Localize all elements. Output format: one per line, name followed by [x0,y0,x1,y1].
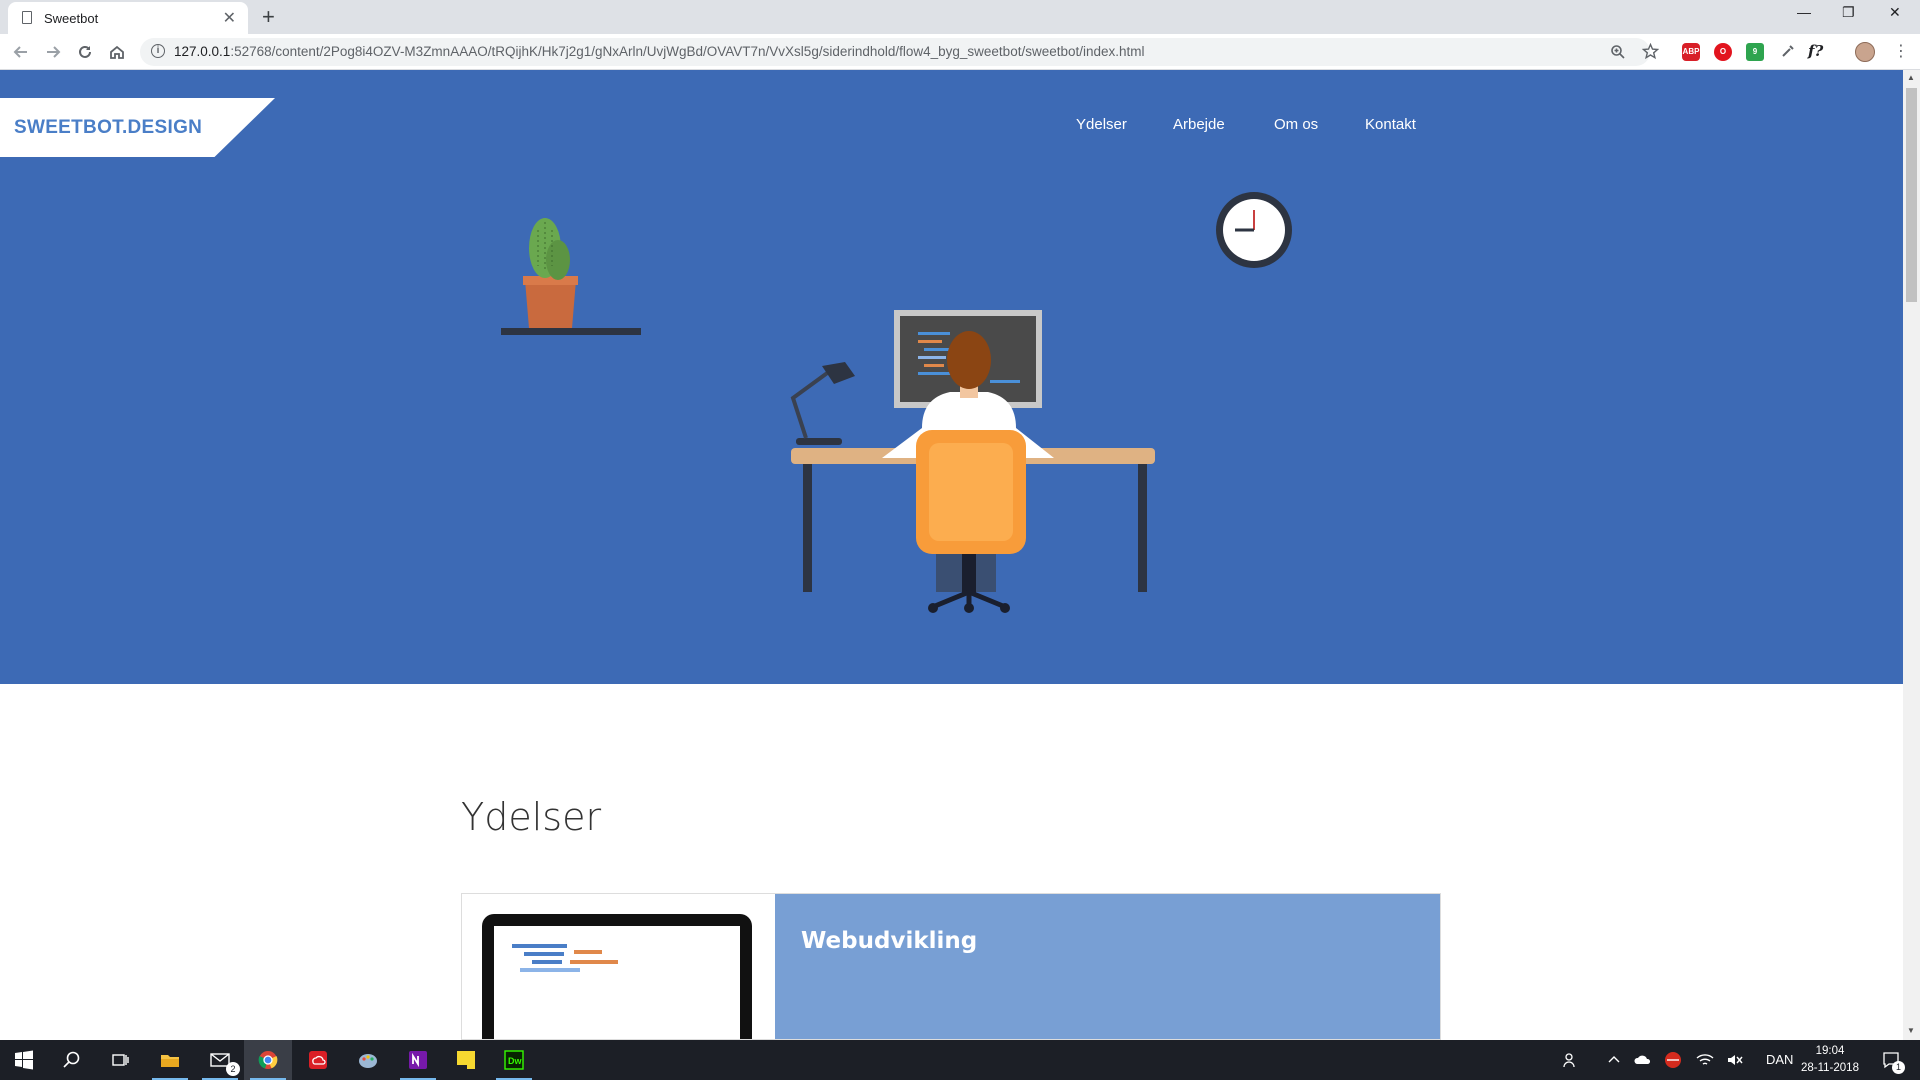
creative-cloud-icon [309,1051,327,1069]
bookmark-star-icon[interactable] [1642,43,1659,60]
task-view-icon [112,1054,129,1066]
new-tab-button[interactable]: + [262,4,275,30]
svg-text:Dw: Dw [508,1056,522,1066]
minimize-button[interactable]: — [1797,4,1811,20]
scroll-up-icon[interactable]: ▲ [1907,73,1915,82]
zoom-icon[interactable] [1610,44,1626,60]
close-window-button[interactable]: ✕ [1889,4,1901,21]
wall-clock-illustration [1216,192,1292,268]
hero-section: SWEETBOT.DESIGN Ydelser Arbejde Om os Ko… [0,70,1903,684]
creative-cloud-button[interactable] [294,1040,342,1080]
onenote-icon [409,1051,427,1069]
page-icon [22,11,32,24]
card-body: Webudvikling [775,894,1440,1039]
restore-button[interactable]: ❐ [1842,4,1855,21]
scroll-down-icon[interactable]: ▼ [1907,1026,1915,1035]
wifi-icon[interactable] [1696,1052,1714,1068]
adblock-icon[interactable]: ABP [1682,43,1700,61]
dreamweaver-icon: Dw [504,1050,524,1070]
service-card[interactable]: Webudvikling [461,893,1441,1040]
windows-logo-icon [15,1050,33,1070]
hero-illustration [501,192,1292,613]
folder-icon [161,1055,179,1067]
search-icon [63,1051,80,1068]
browser-tab[interactable]: Sweetbot ✕ [8,2,248,34]
start-button[interactable] [0,1040,48,1080]
tab-title: Sweetbot [44,11,99,26]
system-clock[interactable]: 19:04 28-11-2018 [1790,1043,1870,1077]
sticky-notes-button[interactable] [442,1040,490,1080]
people-icon[interactable] [1562,1052,1578,1068]
chair-illustration [916,430,1026,613]
opera-icon[interactable]: O [1714,43,1732,61]
clock-date: 28-11-2018 [1801,1062,1859,1074]
profile-avatar[interactable] [1855,42,1875,62]
home-icon[interactable] [108,43,126,61]
onenote-button[interactable] [394,1040,442,1080]
chevron-up-icon[interactable] [1608,1054,1620,1066]
sticky-notes-icon [457,1051,475,1069]
mail-badge: 2 [226,1062,240,1076]
task-view-button[interactable] [96,1040,144,1080]
laptop-image [462,894,775,1039]
chrome-button[interactable] [244,1040,292,1080]
card-title: Webudvikling [801,928,978,954]
paint-app-button[interactable] [344,1040,392,1080]
menu-dots-icon[interactable]: ⋮ [1893,41,1909,61]
clock-time: 19:04 [1815,1045,1845,1057]
browser-tab-strip: Sweetbot ✕ + — ❐ ✕ [0,0,1920,34]
mail-button[interactable]: 2 [196,1040,244,1080]
page-scrollbar[interactable]: ▲ ▼ [1903,70,1920,1040]
section-title-ydelser: Ydelser [461,795,602,839]
scrollbar-thumb[interactable] [1906,88,1917,302]
tab-close-icon[interactable]: ✕ [223,8,236,28]
security-app-icon[interactable] [1664,1051,1682,1069]
chrome-icon [258,1051,278,1069]
file-explorer-button[interactable] [146,1040,194,1080]
font-finder-icon[interactable]: f? [1808,42,1823,60]
reload-icon[interactable] [76,43,94,61]
cactus-illustration [501,218,641,335]
browser-toolbar: i 127.0.0.1:52768/content/2Pog8i4OZV-M3Z… [0,34,1920,70]
forward-arrow-icon[interactable] [44,43,62,61]
search-button[interactable] [48,1040,96,1080]
info-icon[interactable]: i [151,44,165,58]
eyedropper-icon[interactable] [1780,43,1796,59]
windows-taskbar: 2 Dw DAN 19:04 28-11-2018 1 [0,1040,1920,1080]
address-bar[interactable]: i 127.0.0.1:52768/content/2Pog8i4OZV-M3Z… [140,38,1659,66]
url-text: 127.0.0.1:52768/content/2Pog8i4OZV-M3Zmn… [174,44,1145,59]
desk-lamp-illustration [790,362,855,445]
dreamweaver-button[interactable]: Dw [490,1040,538,1080]
notification-badge: 1 [1892,1061,1905,1074]
onedrive-icon[interactable] [1634,1052,1652,1066]
volume-muted-icon[interactable] [1726,1052,1744,1068]
extension-badge-icon[interactable]: 9 [1746,43,1764,61]
palette-icon [359,1054,377,1068]
back-arrow-icon[interactable] [12,43,30,61]
page-viewport: SWEETBOT.DESIGN Ydelser Arbejde Om os Ko… [0,70,1903,1040]
